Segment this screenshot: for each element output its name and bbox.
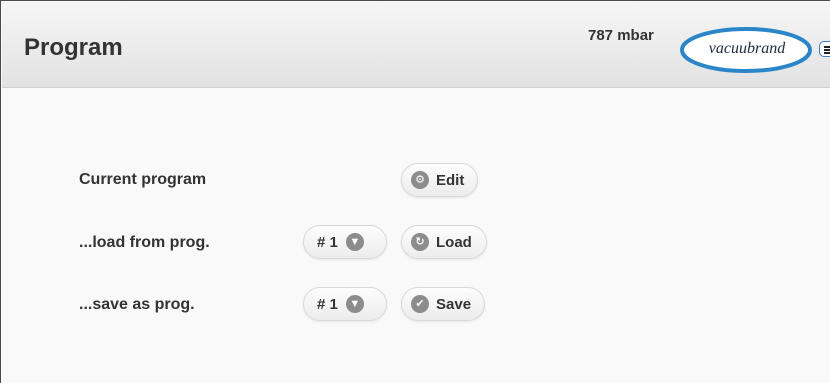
load-button[interactable]: ↻ Load — [401, 225, 487, 259]
load-program-select[interactable]: # 1 ▼ — [303, 225, 387, 259]
menu-icon[interactable] — [819, 41, 830, 57]
save-program-select-value: # 1 — [317, 295, 338, 313]
header-bar: Program 787 mbar vacuubrand — [2, 2, 830, 88]
load-program-select-value: # 1 — [317, 233, 338, 251]
page-title: Program — [24, 34, 123, 61]
app-frame: Program 787 mbar vacuubrand Current prog… — [0, 0, 830, 383]
logo-text: vacuubrand — [708, 40, 786, 57]
save-button[interactable]: ✔ Save — [401, 287, 485, 321]
edit-button[interactable]: ⚙ Edit — [401, 163, 478, 197]
save-program-select[interactable]: # 1 ▼ — [303, 287, 387, 321]
current-program-label: Current program — [79, 171, 207, 188]
refresh-icon: ↻ — [411, 233, 429, 251]
vacuubrand-logo: vacuubrand — [680, 26, 820, 76]
check-icon: ✔ — [411, 295, 429, 313]
edit-button-label: Edit — [436, 171, 465, 189]
load-from-prog-label: ...load from prog. — [79, 234, 210, 251]
save-as-prog-label: ...save as prog. — [79, 296, 195, 313]
save-button-label: Save — [436, 295, 472, 313]
pressure-readout: 787 mbar — [588, 27, 654, 44]
chevron-down-icon: ▼ — [345, 233, 364, 251]
gear-icon: ⚙ — [411, 171, 429, 189]
chevron-down-icon: ▼ — [345, 295, 364, 313]
load-button-label: Load — [436, 233, 472, 251]
